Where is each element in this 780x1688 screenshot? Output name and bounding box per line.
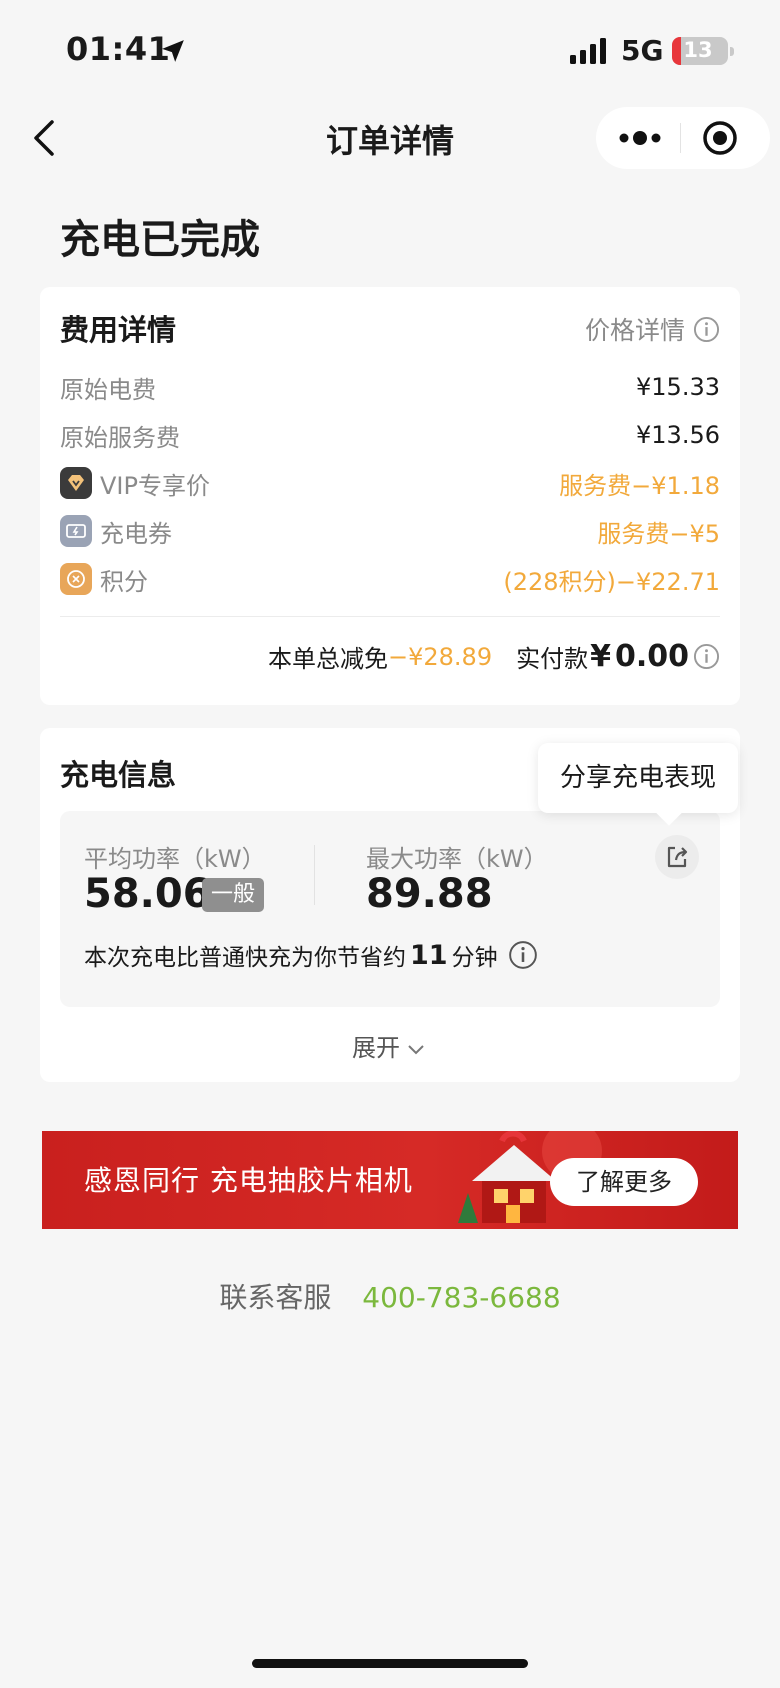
customer-service: 联系客服 400-783-6688 <box>0 1276 780 1316</box>
fee-row-electricity: 原始电费 ¥15.33 <box>60 367 720 407</box>
paid-label: 实付款 <box>516 645 589 673</box>
share-button[interactable] <box>655 835 699 879</box>
battery-level: 13 <box>683 38 713 62</box>
status-bar: 01:41 5G 13 <box>0 0 780 100</box>
vip-diamond-icon <box>60 467 92 499</box>
location-arrow-icon <box>162 40 184 62</box>
charging-section-title: 充电信息 <box>60 758 177 792</box>
page-title: 充电已完成 <box>60 217 260 263</box>
time-saved-info-icon[interactable] <box>508 940 538 970</box>
fee-row-coupon: 充电券 服务费−¥5 <box>60 511 720 551</box>
avg-power-label: 平均功率（kW） <box>84 845 266 873</box>
price-details-label: 价格详情 <box>584 316 685 345</box>
fee-row-value: ¥13.56 <box>636 421 720 449</box>
share-tooltip-text: 分享充电表现 <box>559 763 716 793</box>
total-discount-value: −¥28.89 <box>388 642 493 671</box>
capsule-divider <box>680 123 681 153</box>
points-icon <box>60 563 92 595</box>
fee-row-service: 原始服务费 ¥13.56 <box>60 415 720 455</box>
fee-row-label: 原始电费 <box>60 375 156 404</box>
info-icon <box>693 316 720 342</box>
close-target-icon[interactable] <box>702 120 738 156</box>
fee-row-vip: VIP专享价 服务费−¥1.18 <box>60 463 720 503</box>
max-power-label: 最大功率（kW） <box>366 845 548 873</box>
fee-divider <box>60 616 720 617</box>
max-power-value: 89.88 <box>366 871 493 917</box>
paid-amount: 0.00 <box>614 639 689 674</box>
customer-service-phone[interactable]: 400-783-6688 <box>362 1281 560 1314</box>
fee-row-value: 服务费−¥1.18 <box>559 471 720 500</box>
share-tooltip: 分享充电表现 <box>538 743 738 826</box>
fee-row-value: (228积分)−¥22.71 <box>503 567 720 596</box>
status-time: 01:41 <box>66 30 171 68</box>
coupon-icon <box>60 515 92 547</box>
fee-row-label: VIP专享价 <box>100 471 210 500</box>
signal-icon <box>570 38 606 64</box>
fee-row-value: 服务费−¥5 <box>597 519 720 548</box>
expand-label: 展开 <box>352 1034 400 1062</box>
fee-row-label: 积分 <box>100 567 148 596</box>
battery-icon: 13 <box>672 37 734 65</box>
time-saved-line: 本次充电比普通快充为你节省约 11 分钟 <box>84 938 538 972</box>
fee-row-points: 积分 (228积分)−¥22.71 <box>60 559 720 599</box>
promo-banner-text: 感恩同行 充电抽胶片相机 <box>84 1164 413 1197</box>
fee-row-value: ¥15.33 <box>636 373 720 401</box>
time-saved-minutes: 11 <box>410 939 448 971</box>
total-discount-label: 本单总减免 <box>268 645 388 673</box>
mini-program-capsule <box>596 107 770 169</box>
time-saved-suffix: 分钟 <box>451 945 498 971</box>
fee-row-label: 充电券 <box>100 519 172 548</box>
customer-service-label: 联系客服 <box>219 1281 332 1314</box>
stats-divider <box>314 845 315 905</box>
price-details-link[interactable]: 价格详情 <box>585 311 720 347</box>
paid-info-icon[interactable] <box>693 643 720 670</box>
home-indicator[interactable] <box>252 1659 528 1668</box>
time-saved-prefix: 本次充电比普通快充为你节省约 <box>84 945 406 971</box>
more-icon[interactable] <box>616 122 664 154</box>
network-type: 5G <box>621 34 664 67</box>
fee-section-title: 费用详情 <box>60 313 177 347</box>
payment-summary: 本单总减免 −¥28.89 实付款 ¥ 0.00 <box>268 639 720 674</box>
paid-currency: ¥ <box>590 639 611 674</box>
expand-toggle[interactable]: 展开 <box>40 1028 740 1063</box>
charging-stats-panel: 平均功率（kW） 58.06 一般 最大功率（kW） 89.88 本次充电比普通… <box>60 811 720 1007</box>
avg-power-value: 58.06 <box>84 871 211 917</box>
chevron-down-icon <box>408 1045 424 1055</box>
avg-power-rating-badge: 一般 <box>202 878 264 912</box>
fee-row-label: 原始服务费 <box>60 423 180 452</box>
fee-details-card: 费用详情 价格详情 原始电费 ¥15.33 原始服务费 ¥13.56 VIP专享… <box>40 287 740 705</box>
learn-more-button[interactable]: 了解更多 <box>550 1158 698 1206</box>
promo-banner[interactable]: 感恩同行 充电抽胶片相机 了解更多 <box>42 1131 738 1229</box>
share-icon <box>667 846 688 868</box>
